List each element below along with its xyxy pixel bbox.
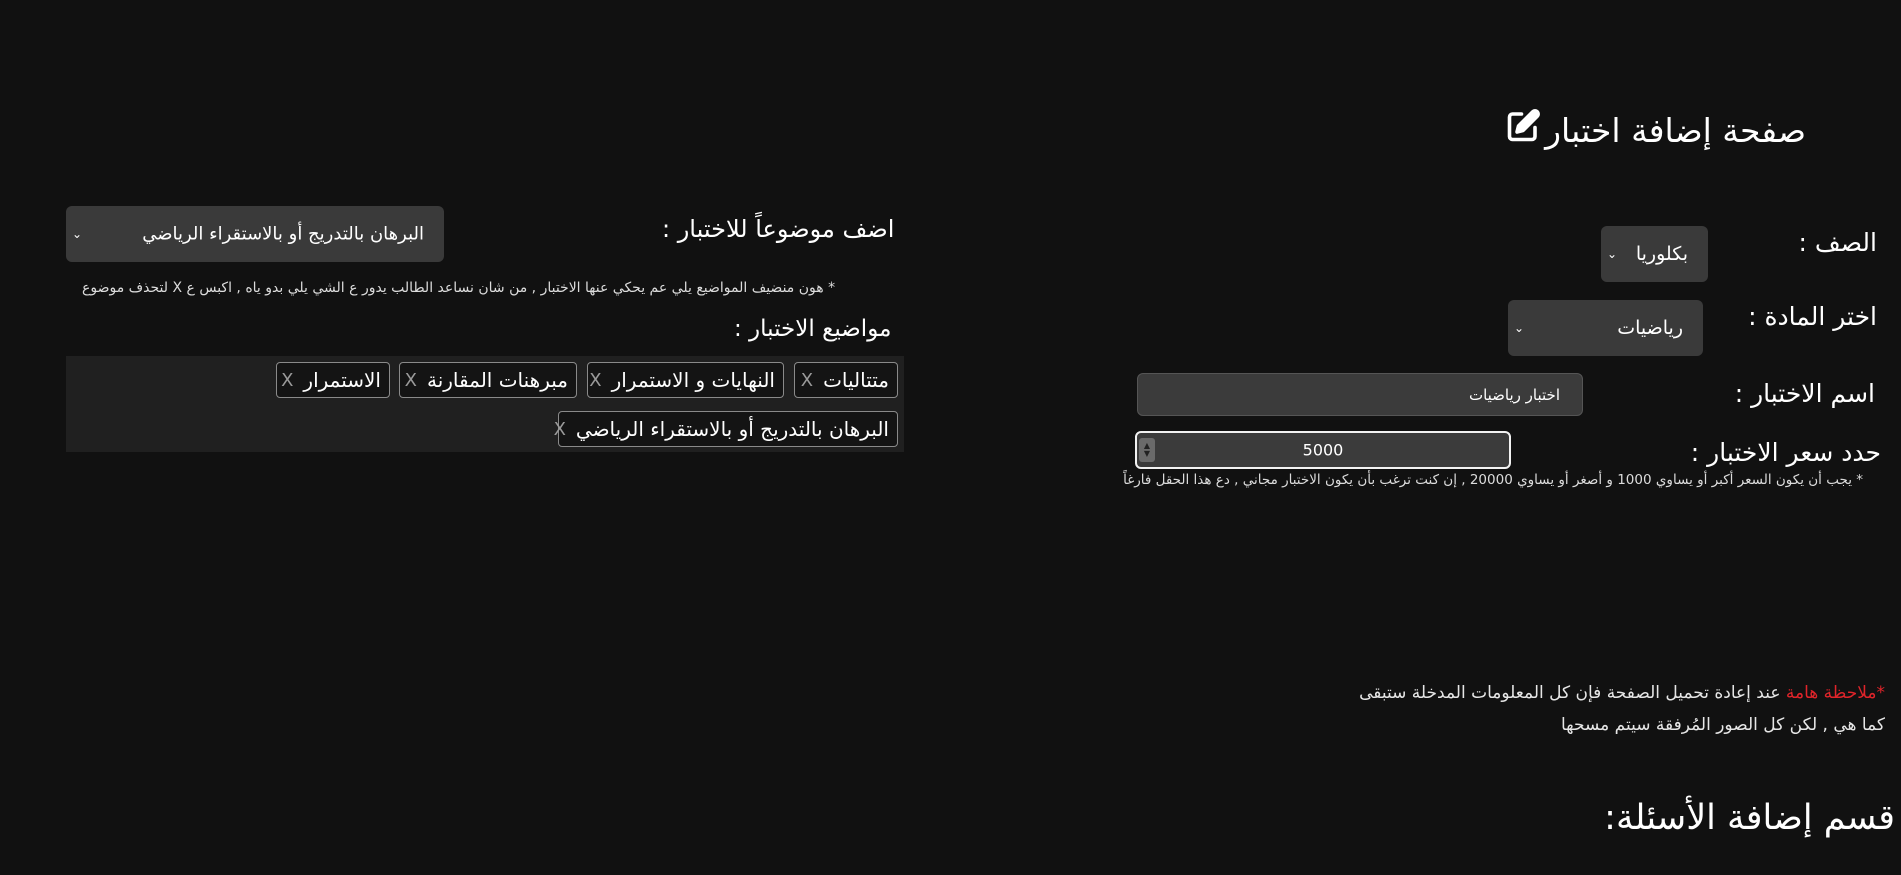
grade-select[interactable]: بكلوريا ⌄: [1601, 226, 1708, 282]
exam-name-input[interactable]: اختبار رياضيات: [1137, 373, 1583, 416]
topics-hint: * هون منضيف المواضيع يلي عم يحكي عنها ال…: [82, 280, 836, 296]
price-hint: * يجب أن يكون السعر أكبر أو يساوي 1000 و…: [1123, 472, 1863, 488]
subject-select[interactable]: رياضيات ⌄: [1508, 300, 1703, 356]
chevron-down-icon: ⌄: [1514, 321, 1525, 335]
subject-label: اختر المادة :: [1748, 302, 1877, 331]
grade-select-value: بكلوريا: [1635, 243, 1688, 265]
edit-icon: [1505, 108, 1541, 152]
important-note: *ملاحظة هامة عند إعادة تحميل الصفحة فإن …: [1359, 683, 1885, 703]
topic-chip-label: الاستمرار: [303, 368, 381, 392]
topic-select[interactable]: البرهان بالتدريج أو بالاستقراء الرياضي ⌄: [66, 206, 444, 262]
note-marker: *: [1876, 683, 1886, 703]
topic-chip: النهايات و الاستمرار X: [587, 362, 784, 398]
topics-list-label: مواضيع الاختبار :: [734, 316, 892, 342]
topic-chip: الاستمرار X: [276, 362, 390, 398]
remove-topic-button[interactable]: X: [405, 370, 417, 391]
exam-name-label: اسم الاختبار :: [1734, 379, 1875, 408]
topic-chip: البرهان بالتدريج أو بالاستقراء الرياضي X: [554, 411, 898, 447]
topic-chip-label: مبرهنات المقارنة: [426, 368, 568, 392]
topic-chip: مبرهنات المقارنة X: [399, 362, 577, 398]
price-input[interactable]: ▲ ▼ 5000: [1135, 431, 1511, 469]
chevron-down-icon: ⌄: [1607, 247, 1618, 261]
topics-list: متتاليات X النهايات و الاستمرار X مبرهنا…: [66, 356, 904, 452]
remove-topic-button[interactable]: X: [589, 370, 601, 391]
price-label: حدد سعر الاختبار :: [1690, 438, 1881, 467]
grade-label: الصف :: [1798, 228, 1878, 257]
questions-section-title: قسم إضافة الأسئلة:: [1604, 798, 1895, 838]
topic-chip-label: النهايات و الاستمرار: [611, 368, 775, 392]
remove-topic-button[interactable]: X: [554, 419, 566, 440]
page-title: صفحة إضافة اختبار: [1505, 108, 1806, 152]
note-important: ملاحظة هامة: [1785, 683, 1877, 703]
topic-chip-label: البرهان بالتدريج أو بالاستقراء الرياضي: [575, 417, 889, 441]
add-topic-label: اضف موضوعاً للاختبار :: [662, 215, 895, 243]
remove-topic-button[interactable]: X: [801, 370, 813, 391]
price-value: 5000: [1302, 440, 1344, 460]
page-title-text: صفحة إضافة اختبار: [1545, 110, 1806, 150]
topic-chip: متتاليات X: [794, 362, 898, 398]
chevron-down-icon: ⌄: [72, 227, 83, 241]
note-line1: عند إعادة تحميل الصفحة فإن كل المعلومات …: [1359, 683, 1786, 703]
remove-topic-button[interactable]: X: [281, 370, 293, 391]
topic-chip-label: متتاليات: [823, 368, 889, 392]
exam-name-value: اختبار رياضيات: [1468, 385, 1560, 404]
note-line2: كما هي , لكن كل الصور المُرفقة سيتم مسحه…: [1560, 715, 1885, 735]
topic-select-value: البرهان بالتدريج أو بالاستقراء الرياضي: [142, 223, 424, 245]
subject-select-value: رياضيات: [1617, 317, 1683, 339]
